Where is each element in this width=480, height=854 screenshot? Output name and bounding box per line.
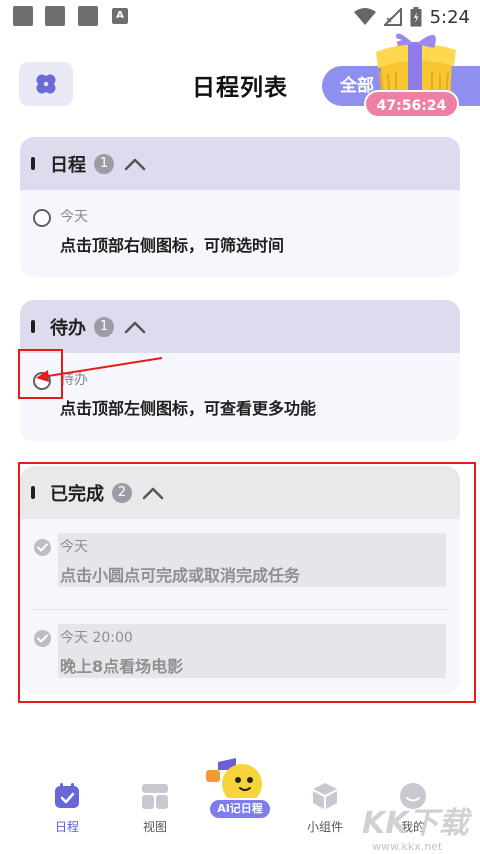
notification-icon xyxy=(13,6,33,26)
countdown-badge: 47:56:24 xyxy=(364,90,459,118)
notification-icon xyxy=(45,6,65,26)
chevron-up-icon[interactable] xyxy=(124,320,146,334)
tab-widgets[interactable]: 小组件 xyxy=(290,780,360,835)
complete-toggle[interactable] xyxy=(33,209,51,227)
ai-schedule-button[interactable]: AI记日程 xyxy=(202,756,278,828)
calendar-check-icon xyxy=(55,783,79,808)
cube-icon xyxy=(313,783,337,809)
tab-schedule[interactable]: 日程 xyxy=(32,780,102,835)
ai-button-label: AI记日程 xyxy=(208,798,272,820)
count-badge: 1 xyxy=(94,153,114,174)
notification-icon xyxy=(78,6,98,26)
schedule-section-header[interactable]: 日程 1 xyxy=(20,137,460,190)
tab-label: 日程 xyxy=(54,820,79,834)
task-text: 点击顶部左侧图标，可查看更多功能 xyxy=(60,399,317,418)
task-text: 点击顶部右侧图标，可筛选时间 xyxy=(60,236,285,255)
layout-grid-icon xyxy=(142,784,168,809)
section-title: 待办 xyxy=(50,317,86,339)
section-title: 日程 xyxy=(50,154,86,176)
tab-view[interactable]: 视图 xyxy=(120,780,190,835)
task-item[interactable]: 今天 点击顶部右侧图标，可筛选时间 xyxy=(20,190,460,268)
todo-section-header[interactable]: 待办 1 xyxy=(20,300,460,353)
annotation-arrow-icon xyxy=(36,357,163,382)
watermark-url: www.kkx.net xyxy=(372,840,443,853)
annotation-box xyxy=(18,462,476,703)
watermark-text: KK下载 xyxy=(362,806,469,841)
section-marker xyxy=(31,157,35,170)
notification-a-icon: A xyxy=(112,8,128,24)
count-badge: 1 xyxy=(94,316,114,337)
schedule-card: 日程 1 今天 点击顶部右侧图标，可筛选时间 xyxy=(20,137,460,277)
tab-label: 小组件 xyxy=(306,820,343,834)
task-date: 今天 xyxy=(60,209,88,225)
tab-label: 视图 xyxy=(142,820,167,834)
watermark: KK下载 www.kkx.net xyxy=(362,798,480,854)
section-marker xyxy=(31,320,35,333)
chevron-up-icon[interactable] xyxy=(124,157,146,171)
